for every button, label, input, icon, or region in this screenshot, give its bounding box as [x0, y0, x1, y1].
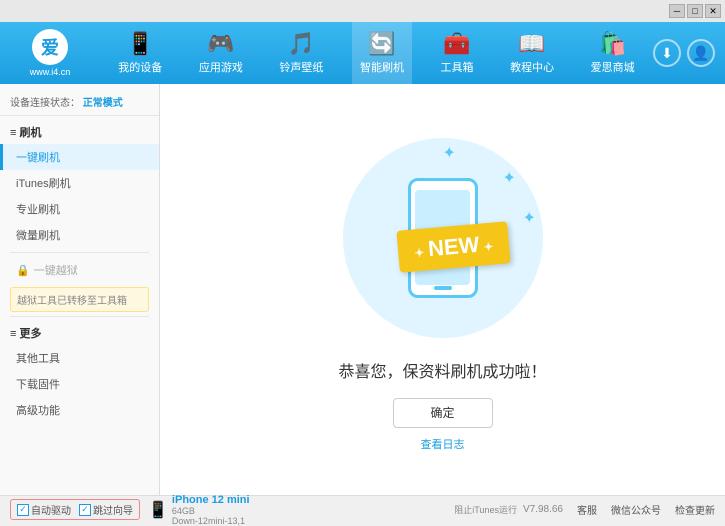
sparkle-2: ✦ — [503, 168, 516, 188]
nav-right: ⬇ 👤 — [653, 39, 725, 67]
sidebar-item-pro-flash[interactable]: 专业刷机 — [0, 196, 159, 222]
sparkle-1: ✦ — [443, 143, 456, 163]
skip-wizard-checkbox[interactable]: ✓ — [79, 504, 91, 516]
itunes-block: 阻止iTunes运行 — [454, 503, 517, 516]
my-device-icon: 📱 — [127, 31, 154, 57]
success-illustration: NEW ✦ ✦ ✦ — [333, 128, 553, 348]
nav-my-device-label: 我的设备 — [118, 59, 162, 75]
auto-drive-label: 自动驱动 — [31, 502, 71, 517]
phone-home-btn — [434, 286, 452, 290]
version-label: V7.98.66 — [523, 504, 563, 515]
maximize-btn[interactable]: □ — [687, 4, 703, 18]
jailbreak-label: 一键越狱 — [34, 262, 78, 278]
header: 爱 www.i4.cn 📱 我的设备 🎮 应用游戏 🎵 铃声壁纸 🔄 智能刷机 … — [0, 22, 725, 84]
jailbreak-warning: 越狱工具已转移至工具箱 — [10, 287, 149, 312]
nav-store-label: 爱思商城 — [591, 59, 635, 75]
sparkle-3: ✦ — [523, 208, 536, 228]
auto-drive-checkbox[interactable]: ✓ — [17, 504, 29, 516]
sidebar-item-one-key-flash[interactable]: 一键刷机 — [0, 144, 159, 170]
close-btn[interactable]: ✕ — [705, 4, 721, 18]
toolbox-icon: 🧰 — [443, 31, 470, 57]
nav-smart-flash[interactable]: 🔄 智能刷机 — [352, 22, 412, 84]
more-section-title: ≡ 更多 — [0, 321, 159, 345]
nav-apps[interactable]: 🎮 应用游戏 — [191, 22, 251, 84]
logo-area[interactable]: 爱 www.i4.cn — [0, 29, 100, 77]
checkbox-auto-drive[interactable]: ✓ 自动驱动 — [17, 502, 71, 517]
title-bar: ─ □ ✕ — [0, 0, 725, 22]
device-capacity: 64GB — [172, 506, 250, 516]
view-log-link[interactable]: 查看日志 — [421, 436, 465, 452]
sidebar-item-advanced[interactable]: 高级功能 — [0, 397, 159, 423]
checkbox-area: ✓ 自动驱动 ✓ 跳过向导 — [10, 499, 140, 520]
nav-tutorial-label: 教程中心 — [510, 59, 554, 75]
divider-2 — [10, 316, 149, 317]
apps-icon: 🎮 — [207, 31, 234, 57]
device-status: 设备连接状态： 正常模式 — [0, 90, 159, 116]
device-model: Down-12mini-13,1 — [172, 516, 250, 526]
jailbreak-section: 🔒 一键越狱 — [0, 257, 159, 283]
nav-toolbox[interactable]: 🧰 工具箱 — [433, 22, 482, 84]
sidebar-item-download-firmware[interactable]: 下载固件 — [0, 371, 159, 397]
nav-smart-flash-label: 智能刷机 — [360, 59, 404, 75]
sidebar-item-micro-flash[interactable]: 微量刷机 — [0, 222, 159, 248]
nav-ringtone[interactable]: 🎵 铃声壁纸 — [271, 22, 331, 84]
itunes-label: 阻止iTunes运行 — [454, 503, 517, 516]
confirm-button[interactable]: 确定 — [393, 398, 493, 428]
device-details: iPhone 12 mini 64GB Down-12mini-13,1 — [172, 494, 250, 526]
device-info-area: 📱 iPhone 12 mini 64GB Down-12mini-13,1 — [148, 494, 250, 526]
nav-tutorial[interactable]: 📖 教程中心 — [502, 22, 562, 84]
download-btn[interactable]: ⬇ — [653, 39, 681, 67]
main-container: 设备连接状态： 正常模式 ≡ 刷机 一键刷机 iTunes刷机 专业刷机 微量刷… — [0, 84, 725, 495]
minimize-btn[interactable]: ─ — [669, 4, 685, 18]
wechat-link[interactable]: 微信公众号 — [611, 502, 661, 517]
user-btn[interactable]: 👤 — [687, 39, 715, 67]
success-text: 恭喜您，保资料刷机成功啦！ — [338, 358, 546, 382]
ringtone-icon: 🎵 — [288, 31, 315, 57]
new-badge: NEW — [396, 221, 511, 273]
logo-url: www.i4.cn — [30, 67, 71, 77]
status-label: 设备连接状态： — [10, 98, 80, 109]
nav-toolbox-label: 工具箱 — [441, 59, 474, 75]
sidebar-item-other-tools[interactable]: 其他工具 — [0, 345, 159, 371]
sidebar-item-itunes-flash[interactable]: iTunes刷机 — [0, 170, 159, 196]
flash-section-title: ≡ 刷机 — [0, 120, 159, 144]
nav-store[interactable]: 🛍️ 爱思商城 — [583, 22, 643, 84]
device-name: iPhone 12 mini — [172, 494, 250, 506]
nav-ringtone-label: 铃声壁纸 — [279, 59, 323, 75]
tutorial-icon: 📖 — [518, 31, 545, 57]
status-value: 正常模式 — [83, 98, 123, 109]
check-update-link[interactable]: 检查更新 — [675, 502, 715, 517]
nav-apps-label: 应用游戏 — [199, 59, 243, 75]
sidebar: 设备连接状态： 正常模式 ≡ 刷机 一键刷机 iTunes刷机 专业刷机 微量刷… — [0, 84, 160, 495]
checkbox-skip-wizard[interactable]: ✓ 跳过向导 — [79, 502, 133, 517]
main-content: NEW ✦ ✦ ✦ 恭喜您，保资料刷机成功啦！ 确定 查看日志 — [160, 84, 725, 495]
nav-items: 📱 我的设备 🎮 应用游戏 🎵 铃声壁纸 🔄 智能刷机 🧰 工具箱 📖 教程中心… — [100, 22, 653, 84]
nav-my-device[interactable]: 📱 我的设备 — [110, 22, 170, 84]
device-phone-icon: 📱 — [148, 500, 168, 520]
customer-service-link[interactable]: 客服 — [577, 502, 597, 517]
store-icon: 🛍️ — [599, 31, 626, 57]
bottom-right: V7.98.66 客服 微信公众号 检查更新 — [523, 502, 715, 517]
smart-flash-icon: 🔄 — [368, 31, 395, 57]
bottom-bar: ✓ 自动驱动 ✓ 跳过向导 📱 iPhone 12 mini 64GB Down… — [0, 495, 725, 523]
logo-icon: 爱 — [32, 29, 68, 65]
divider-1 — [10, 252, 149, 253]
skip-wizard-label: 跳过向导 — [93, 502, 133, 517]
